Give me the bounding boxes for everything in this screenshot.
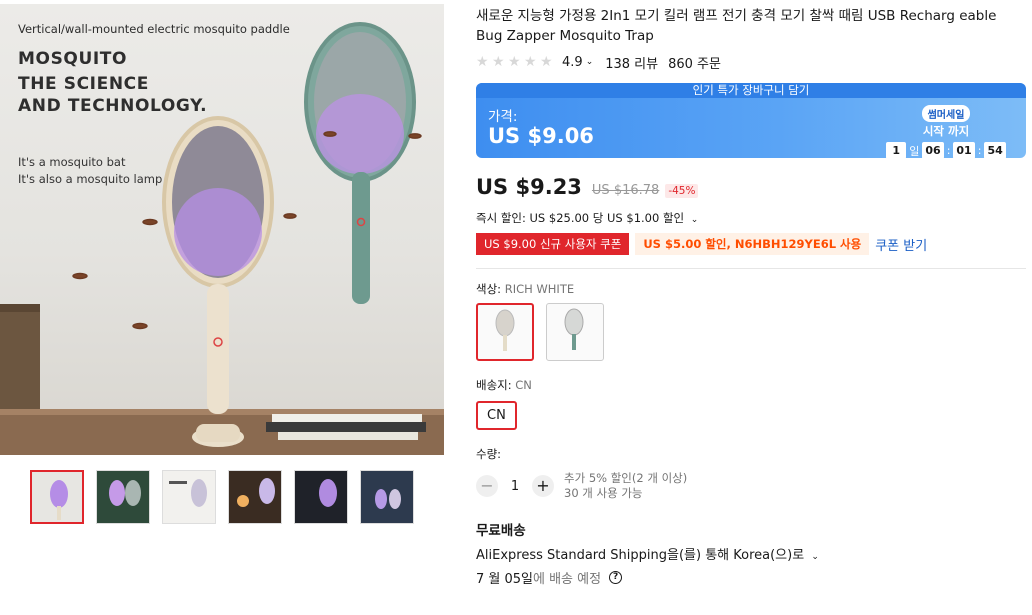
star-icon: ★	[492, 54, 505, 70]
coupon-code[interactable]: US $5.00 할인, N6HBH129YE6L 사용	[635, 233, 870, 255]
thumbnail-2[interactable]	[96, 470, 150, 524]
coupon-row: US $9.00 신규 사용자 쿠폰 US $5.00 할인, N6HBH129…	[476, 233, 1028, 255]
delivery-estimate: 7 월 05일 에 배송 예정 ?	[476, 568, 1028, 587]
thumbnail-6[interactable]	[360, 470, 414, 524]
free-shipping-title: 무료배송	[476, 523, 526, 539]
ship-from-label: 배송지: CN	[476, 377, 1028, 392]
quantity-stepper: − 1 + 추가 5% 할인(2 개 이상) 30 개 사용 가능	[476, 471, 1028, 501]
color-label-text: 색상:	[476, 282, 502, 296]
star-icon: ★	[524, 54, 537, 70]
quantity-label: 수량:	[476, 447, 502, 461]
countdown-hours: 06	[922, 142, 944, 158]
thumbnail-3[interactable]	[162, 470, 216, 524]
countdown-days: 1	[886, 142, 907, 158]
product-title: 새로운 지능형 가정용 2In1 모기 킬러 램프 전기 충격 모기 찰싹 때림…	[476, 8, 997, 44]
help-icon[interactable]: ?	[609, 571, 623, 584]
delivery-date-suffix: 에 배송 예정	[533, 572, 602, 587]
chevron-down-icon: ⌄	[690, 215, 699, 225]
countdown-timer: 1 일 06 : 01 : 54	[876, 142, 1016, 158]
ship-from-label-text: 배송지:	[476, 378, 512, 392]
color-option-green[interactable]	[546, 303, 604, 361]
original-price: US $16.78	[591, 183, 660, 198]
promo-price-label: 가격:	[488, 109, 518, 125]
ship-from-value: CN	[515, 378, 532, 392]
discount-badge: -45%	[665, 184, 699, 198]
thumbnail-5[interactable]	[294, 470, 348, 524]
delivery-date: 7 월 05일	[476, 572, 533, 587]
rating-value[interactable]: 4.9	[562, 55, 583, 70]
hero-headline-line-3: AND TECHNOLOGY.	[18, 96, 208, 116]
quantity-decrease-button[interactable]: −	[476, 475, 498, 497]
promo-banner: 인기 특가 장바구니 담기 가격: US $9.06 썸머세일 시작 까지 1 …	[476, 83, 1026, 158]
countdown-minutes: 01	[953, 142, 975, 158]
product-info: 새로운 지능형 가정용 2In1 모기 킬러 램프 전기 충격 모기 찰싹 때림…	[476, 0, 1028, 587]
product-main-image[interactable]: Vertical/wall-mounted electric mosquito …	[0, 4, 444, 455]
countdown-colon: :	[946, 144, 951, 157]
color-options	[476, 303, 1028, 361]
promo-banner-title: 인기 특가 장바구니 담기	[476, 83, 1026, 98]
thumbnail-1[interactable]	[30, 470, 84, 524]
hero-headline-line-1: MOSQUITO	[18, 49, 128, 69]
hero-caption: Vertical/wall-mounted electric mosquito …	[18, 22, 290, 36]
orders-count: 860 주문	[668, 56, 721, 72]
color-label: 색상: RICH WHITE	[476, 281, 1028, 296]
star-icon: ★	[540, 54, 553, 70]
rating-stars: ★ ★ ★ ★ ★	[476, 55, 554, 69]
instant-discount-text: 즉시 할인: US $25.00 당 US $1.00 할인	[476, 211, 685, 225]
quantity-increase-button[interactable]: +	[532, 475, 554, 497]
countdown-colon: :	[977, 144, 982, 157]
instant-discount[interactable]: 즉시 할인: US $25.00 당 US $1.00 할인 ⌄	[476, 210, 1028, 226]
promo-countdown-panel: 썸머세일 시작 까지 1 일 06 : 01 : 54	[876, 103, 1016, 158]
star-icon: ★	[508, 54, 521, 70]
hero-sub-line-1: It's a mosquito bat	[18, 155, 126, 169]
quantity-input[interactable]: 1	[498, 479, 532, 494]
shipping-method-text: AliExpress Standard Shipping을(를) 통해 Kore…	[476, 548, 805, 563]
countdown-label: 시작 까지	[922, 124, 970, 138]
hero-subtext: It's a mosquito bat It's also a mosquito…	[18, 154, 162, 188]
sale-badge: 썸머세일	[921, 105, 971, 122]
price-row: US $9.23 US $16.78 -45%	[476, 175, 1028, 201]
ship-from-option-cn[interactable]: CN	[476, 401, 517, 430]
chevron-down-icon[interactable]: ⌄	[586, 57, 594, 67]
thumbnail-strip	[30, 470, 414, 524]
color-option-rich-white[interactable]	[476, 303, 534, 361]
hero-headline: MOSQUITO THE SCIENCE AND TECHNOLOGY.	[18, 48, 207, 117]
countdown-seconds: 54	[984, 142, 1006, 158]
new-user-coupon[interactable]: US $9.00 신규 사용자 쿠폰	[476, 233, 630, 255]
get-coupon-link[interactable]: 쿠폰 받기	[875, 235, 927, 254]
hero-headline-line-2: THE SCIENCE	[18, 74, 149, 94]
divider	[476, 268, 1026, 269]
stock-available-note: 30 개 사용 가능	[564, 486, 643, 500]
thumbnail-4[interactable]	[228, 470, 282, 524]
current-price: US $9.23	[476, 175, 582, 199]
reviews-count[interactable]: 138 리뷰	[605, 53, 658, 72]
promo-price: US $9.06	[488, 124, 594, 148]
color-value: RICH WHITE	[504, 282, 575, 296]
hero-sub-line-2: It's also a mosquito lamp	[18, 172, 163, 186]
chevron-down-icon: ⌄	[811, 552, 819, 562]
bulk-discount-note: 추가 5% 할인(2 개 이상)	[564, 471, 688, 485]
shipping-method[interactable]: AliExpress Standard Shipping을(를) 통해 Kore…	[476, 544, 1028, 563]
star-icon: ★	[476, 54, 489, 70]
countdown-day-unit: 일	[909, 144, 920, 158]
rating-row: ★ ★ ★ ★ ★ 4.9 ⌄ 138 리뷰 860 주문	[476, 53, 1028, 72]
quantity-note: 추가 5% 할인(2 개 이상) 30 개 사용 가능	[564, 471, 687, 501]
